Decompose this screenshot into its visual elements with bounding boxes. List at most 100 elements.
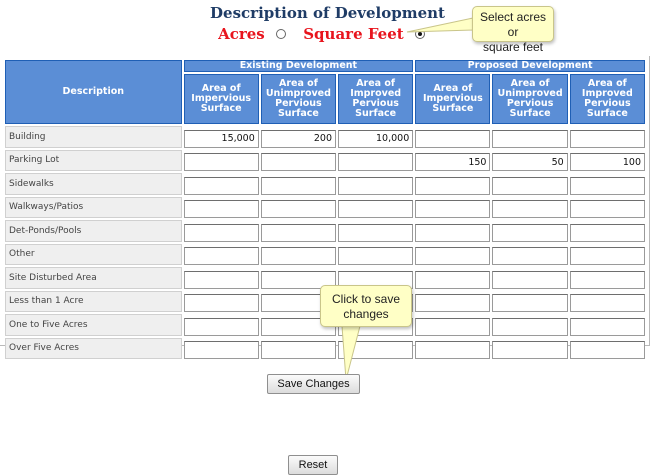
save-hint-callout: Click to save changes: [320, 285, 412, 327]
area-input[interactable]: [260, 200, 337, 218]
area-input[interactable]: [338, 223, 414, 242]
area-input[interactable]: [338, 176, 414, 195]
area-cell: [569, 314, 645, 336]
area-input[interactable]: [569, 317, 645, 336]
subheader-line: Surface: [509, 108, 551, 119]
area-input[interactable]: [492, 153, 568, 171]
row-label: Other: [5, 243, 182, 265]
table-row: Building: [5, 126, 645, 148]
area-cell: [415, 338, 491, 359]
existing-improved-pervious-header: Area of Improved Pervious Surface: [338, 74, 414, 124]
area-cell: [260, 244, 337, 265]
area-input[interactable]: [415, 200, 491, 218]
area-input[interactable]: [260, 247, 337, 265]
area-input[interactable]: [492, 341, 568, 359]
area-input[interactable]: [415, 294, 491, 312]
square-feet-label: Square Feet: [303, 25, 404, 43]
area-input[interactable]: [415, 247, 491, 265]
area-input[interactable]: [415, 223, 491, 242]
units-callout-tail: [406, 17, 474, 33]
table-row: Parking Lot: [5, 149, 645, 171]
area-input[interactable]: [260, 129, 337, 148]
proposed-development-header: Proposed Development: [415, 60, 645, 72]
description-header: Description: [5, 60, 182, 124]
area-cell: [260, 173, 337, 195]
area-cell: [415, 267, 491, 289]
row-label: One to Five Acres: [5, 314, 182, 336]
area-cell: [260, 150, 337, 171]
area-input[interactable]: [183, 247, 259, 265]
area-input[interactable]: [569, 294, 645, 312]
area-input[interactable]: [183, 270, 259, 289]
units-hint-line-1: Select acres or: [479, 10, 547, 39]
area-input[interactable]: [183, 200, 259, 218]
area-input[interactable]: [338, 129, 414, 148]
area-cell: [569, 197, 645, 218]
area-input[interactable]: [415, 270, 491, 289]
area-input[interactable]: [415, 317, 491, 336]
area-cell: [492, 291, 568, 312]
area-input[interactable]: [415, 176, 491, 195]
area-cell: [569, 173, 645, 195]
area-input[interactable]: [569, 129, 645, 148]
area-cell: [183, 220, 259, 242]
area-cell: [415, 126, 491, 148]
area-input[interactable]: [492, 223, 568, 242]
area-cell: [183, 197, 259, 218]
acres-radio[interactable]: [275, 29, 286, 39]
area-cell: [415, 197, 491, 218]
area-input[interactable]: [260, 153, 337, 171]
area-input[interactable]: [183, 294, 259, 312]
units-hint-callout: Select acres or square feet: [472, 6, 554, 54]
area-input[interactable]: [569, 200, 645, 218]
table-row: Over Five Acres: [5, 337, 645, 359]
area-input[interactable]: [415, 341, 491, 359]
area-input[interactable]: [492, 270, 568, 289]
area-cell: [183, 291, 259, 312]
area-cell: [492, 267, 568, 289]
area-input[interactable]: [415, 129, 491, 148]
area-input[interactable]: [260, 176, 337, 195]
area-input[interactable]: [569, 153, 645, 171]
row-label: Site Disturbed Area: [5, 267, 182, 289]
table-row: Walkways/Patios: [5, 196, 645, 218]
area-input[interactable]: [569, 341, 645, 359]
area-input[interactable]: [183, 223, 259, 242]
area-cell: [338, 126, 414, 148]
area-input[interactable]: [492, 294, 568, 312]
area-input[interactable]: [569, 270, 645, 289]
area-input[interactable]: [569, 223, 645, 242]
area-cell: [415, 220, 491, 242]
area-input[interactable]: [569, 176, 645, 195]
subheader-line: Surface: [200, 103, 242, 114]
area-input[interactable]: [492, 247, 568, 265]
table-row: Sidewalks: [5, 173, 645, 195]
table-row: Other: [5, 243, 645, 265]
area-input[interactable]: [183, 153, 259, 171]
area-input[interactable]: [492, 176, 568, 195]
row-label: Over Five Acres: [5, 337, 182, 359]
area-input[interactable]: [260, 341, 337, 359]
area-cell: [183, 314, 259, 336]
area-input[interactable]: [260, 223, 337, 242]
subheader-line: Surface: [432, 103, 474, 114]
area-input[interactable]: [338, 153, 414, 171]
area-input[interactable]: [338, 200, 414, 218]
reset-button[interactable]: Reset: [288, 455, 338, 475]
area-input[interactable]: [183, 341, 259, 359]
area-cell: [183, 150, 259, 171]
unit-selector: Acres Square Feet: [0, 24, 655, 43]
area-input[interactable]: [183, 129, 259, 148]
area-input[interactable]: [492, 129, 568, 148]
area-input[interactable]: [492, 200, 568, 218]
area-input[interactable]: [415, 153, 491, 171]
area-cell: [569, 291, 645, 312]
save-changes-button[interactable]: Save Changes: [267, 374, 360, 394]
area-input[interactable]: [183, 317, 259, 336]
page-title: Description of Development: [210, 4, 445, 22]
area-input[interactable]: [492, 317, 568, 336]
area-cell: [183, 173, 259, 195]
area-input[interactable]: [183, 176, 259, 195]
area-input[interactable]: [338, 247, 414, 265]
area-input[interactable]: [569, 247, 645, 265]
